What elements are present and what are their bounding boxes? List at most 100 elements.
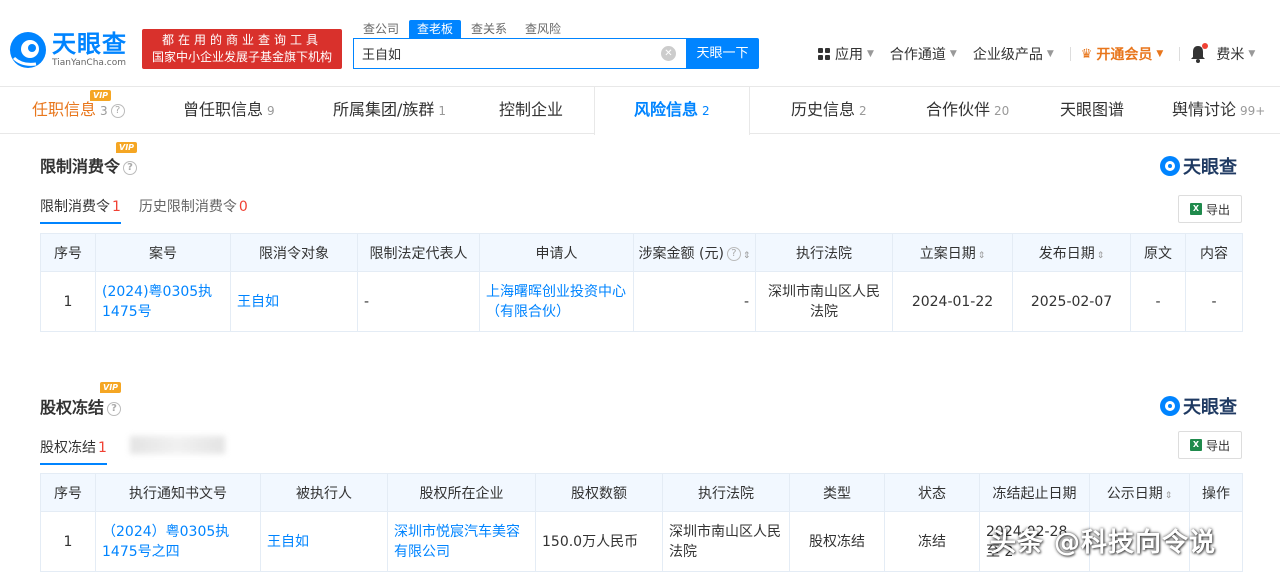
subtab-history-restriction[interactable]: 历史限制消费令 0 <box>139 196 248 224</box>
sort-icon[interactable]: ⇕ <box>1165 491 1173 501</box>
notice-number-link[interactable]: （2024）粤0305执1475号之四 <box>95 511 261 572</box>
tab-controlled[interactable]: 控制企业 <box>499 87 563 134</box>
help-icon[interactable]: ? <box>726 246 741 261</box>
restriction-table: 序号 案号 限消令对象 限制法定代表人 申请人 涉案金额 (元)? ⇕ 执行法院 … <box>40 233 1243 332</box>
column-header-publish-date[interactable]: 公示日期 ⇕ <box>1089 473 1190 512</box>
nav-separator <box>1179 47 1181 61</box>
tab-risk[interactable]: 风险信息 2 <box>634 87 710 134</box>
column-header: 申请人 <box>479 233 634 272</box>
column-header: 被执行人 <box>260 473 388 512</box>
column-header: 执行法院 <box>755 233 893 272</box>
tab-count: 2 <box>702 104 710 118</box>
column-header: 状态 <box>884 473 980 512</box>
user-name: 费米 <box>1216 47 1245 63</box>
section-title-restriction: 限制消费令? <box>40 153 138 177</box>
column-header: 限消令对象 <box>230 233 358 272</box>
tab-count: 1 <box>438 104 447 118</box>
column-header-filing-date[interactable]: 立案日期 ⇕ <box>892 233 1013 272</box>
search-input[interactable] <box>354 39 644 68</box>
subtab-label: 历史限制消费令 <box>138 199 237 215</box>
column-header-label: 涉案金额 (元) <box>638 245 724 262</box>
watermark-overlay: 头条 @科技向令说 <box>990 528 1217 558</box>
top-nav: 应用 ▼ 合作通道 ▼ 企业级产品 ▼ ♛ 开通会员 ▼ 费米 ▼ <box>818 43 1271 64</box>
nav-channel[interactable]: 合作通道 ▼ <box>890 44 957 64</box>
subtab-count: 1 <box>112 199 121 215</box>
chevron-down-icon: ▼ <box>867 49 874 59</box>
tab-label: 历史信息 <box>791 100 856 119</box>
help-icon[interactable]: ? <box>107 401 122 416</box>
tab-count: 3 <box>100 104 108 118</box>
company-link[interactable]: 深圳市悦宸汽车美容有限公司 <box>387 511 536 572</box>
section-title-equity: 股权冻结? <box>40 394 122 418</box>
chevron-down-icon: ▼ <box>1248 49 1256 59</box>
sort-icon[interactable]: ⇕ <box>978 251 986 261</box>
search-button[interactable]: 天眼一下 <box>686 38 759 69</box>
nav-vip[interactable]: ♛ 开通会员 ▼ <box>1081 44 1164 64</box>
search-tab-company[interactable]: 查公司 <box>355 20 407 38</box>
column-header-publish-date[interactable]: 发布日期 ⇕ <box>1012 233 1131 272</box>
subtab-equity-freeze[interactable]: 股权冻结 1 <box>40 437 107 465</box>
table-header-row: 序号 案号 限消令对象 限制法定代表人 申请人 涉案金额 (元)? ⇕ 执行法院 … <box>40 233 1243 272</box>
tab-group[interactable]: 所属集团/族群 1 <box>333 87 446 134</box>
tab-history[interactable]: 历史信息 2 <box>791 87 867 134</box>
subtab-restriction[interactable]: 限制消费令 1 <box>40 196 121 224</box>
tab-label: 曾任职信息 <box>183 100 264 119</box>
tab-opinion[interactable]: 舆情讨论 99+ <box>1172 87 1265 134</box>
table-header-row: 序号 执行通知书文号 被执行人 股权所在企业 股权数额 执行法院 类型 状态 冻… <box>40 473 1243 512</box>
nav-enterprise[interactable]: 企业级产品 ▼ <box>973 44 1054 64</box>
tab-graph[interactable]: 天眼图谱 <box>1060 87 1124 134</box>
chevron-down-icon: ▼ <box>1046 49 1054 59</box>
cell-type: 股权冻结 <box>789 511 885 572</box>
cell-original: - <box>1130 271 1186 332</box>
promo-line-1: 都在用的商业查询工具 <box>161 33 322 47</box>
promo-line-2: 国家中小企业发展子基金旗下机构 <box>151 50 332 64</box>
column-header: 操作 <box>1189 473 1243 512</box>
notification-bell[interactable] <box>1190 43 1209 63</box>
tab-employment[interactable]: 任职信息 3? <box>32 87 125 134</box>
nav-user[interactable]: 费米 ▼ <box>1216 44 1255 64</box>
tab-count: 9 <box>267 104 275 118</box>
column-header: 股权数额 <box>535 473 663 512</box>
case-number-link[interactable]: (2024)粤0305执1475号 <box>95 271 231 332</box>
search-tab-boss[interactable]: 查老板 <box>409 20 462 38</box>
column-header-label: 发布日期 <box>1038 245 1095 262</box>
tab-former-employment[interactable]: 曾任职信息 9 <box>183 87 275 134</box>
applicant-link[interactable]: 上海曙晖创业投资中心（有限合伙） <box>479 271 634 332</box>
equity-subtabs: 股权冻结 1 <box>40 437 125 465</box>
column-header-amount[interactable]: 涉案金额 (元)? ⇕ <box>633 233 756 272</box>
brand-eye-icon <box>1160 156 1180 176</box>
cell-index: 1 <box>40 511 96 572</box>
tab-partners[interactable]: 合作伙伴 20 <box>926 87 1009 134</box>
tab-count: 2 <box>859 104 867 118</box>
search-tab-relation[interactable]: 查关系 <box>463 20 515 38</box>
column-header: 原文 <box>1130 233 1186 272</box>
person-link[interactable]: 王自如 <box>230 271 358 332</box>
column-header: 序号 <box>40 473 96 512</box>
crown-icon: ♛ <box>1080 46 1093 62</box>
nav-enterprise-label: 企业级产品 <box>972 47 1043 63</box>
tab-label: 舆情讨论 <box>1172 100 1237 119</box>
restriction-subtabs: 限制消费令 1 历史限制消费令 0 <box>40 196 266 224</box>
cell-filing-date: 2024-01-22 <box>892 271 1013 332</box>
tianyancha-logo[interactable]: 天眼查 TianYanCha.com <box>8 30 127 70</box>
promo-banner[interactable]: 都在用的商业查询工具 国家中小企业发展子基金旗下机构 <box>142 29 342 69</box>
help-icon[interactable]: ? <box>110 103 125 118</box>
export-button[interactable]: X 导出 <box>1178 195 1242 223</box>
clear-icon[interactable]: ✕ <box>661 46 676 61</box>
tab-label: 天眼图谱 <box>1060 100 1125 119</box>
help-icon[interactable]: ? <box>123 160 138 175</box>
search-tab-risk[interactable]: 查风险 <box>517 20 569 38</box>
person-link[interactable]: 王自如 <box>260 511 388 572</box>
cell-publish-date: 2025-02-07 <box>1012 271 1131 332</box>
sort-icon[interactable]: ⇕ <box>743 251 751 261</box>
tab-label: 任职信息 <box>32 100 97 119</box>
excel-icon: X <box>1189 439 1202 451</box>
nav-apps[interactable]: 应用 ▼ <box>818 44 874 64</box>
search-box: ✕ <box>353 38 686 69</box>
sort-icon[interactable]: ⇕ <box>1097 251 1105 261</box>
tab-label: 合作伙伴 <box>926 100 991 119</box>
section-title-text: 股权冻结 <box>40 398 105 417</box>
export-button[interactable]: X 导出 <box>1178 431 1242 459</box>
tab-label: 控制企业 <box>499 100 564 119</box>
nav-vip-label: 开通会员 <box>1096 47 1153 63</box>
